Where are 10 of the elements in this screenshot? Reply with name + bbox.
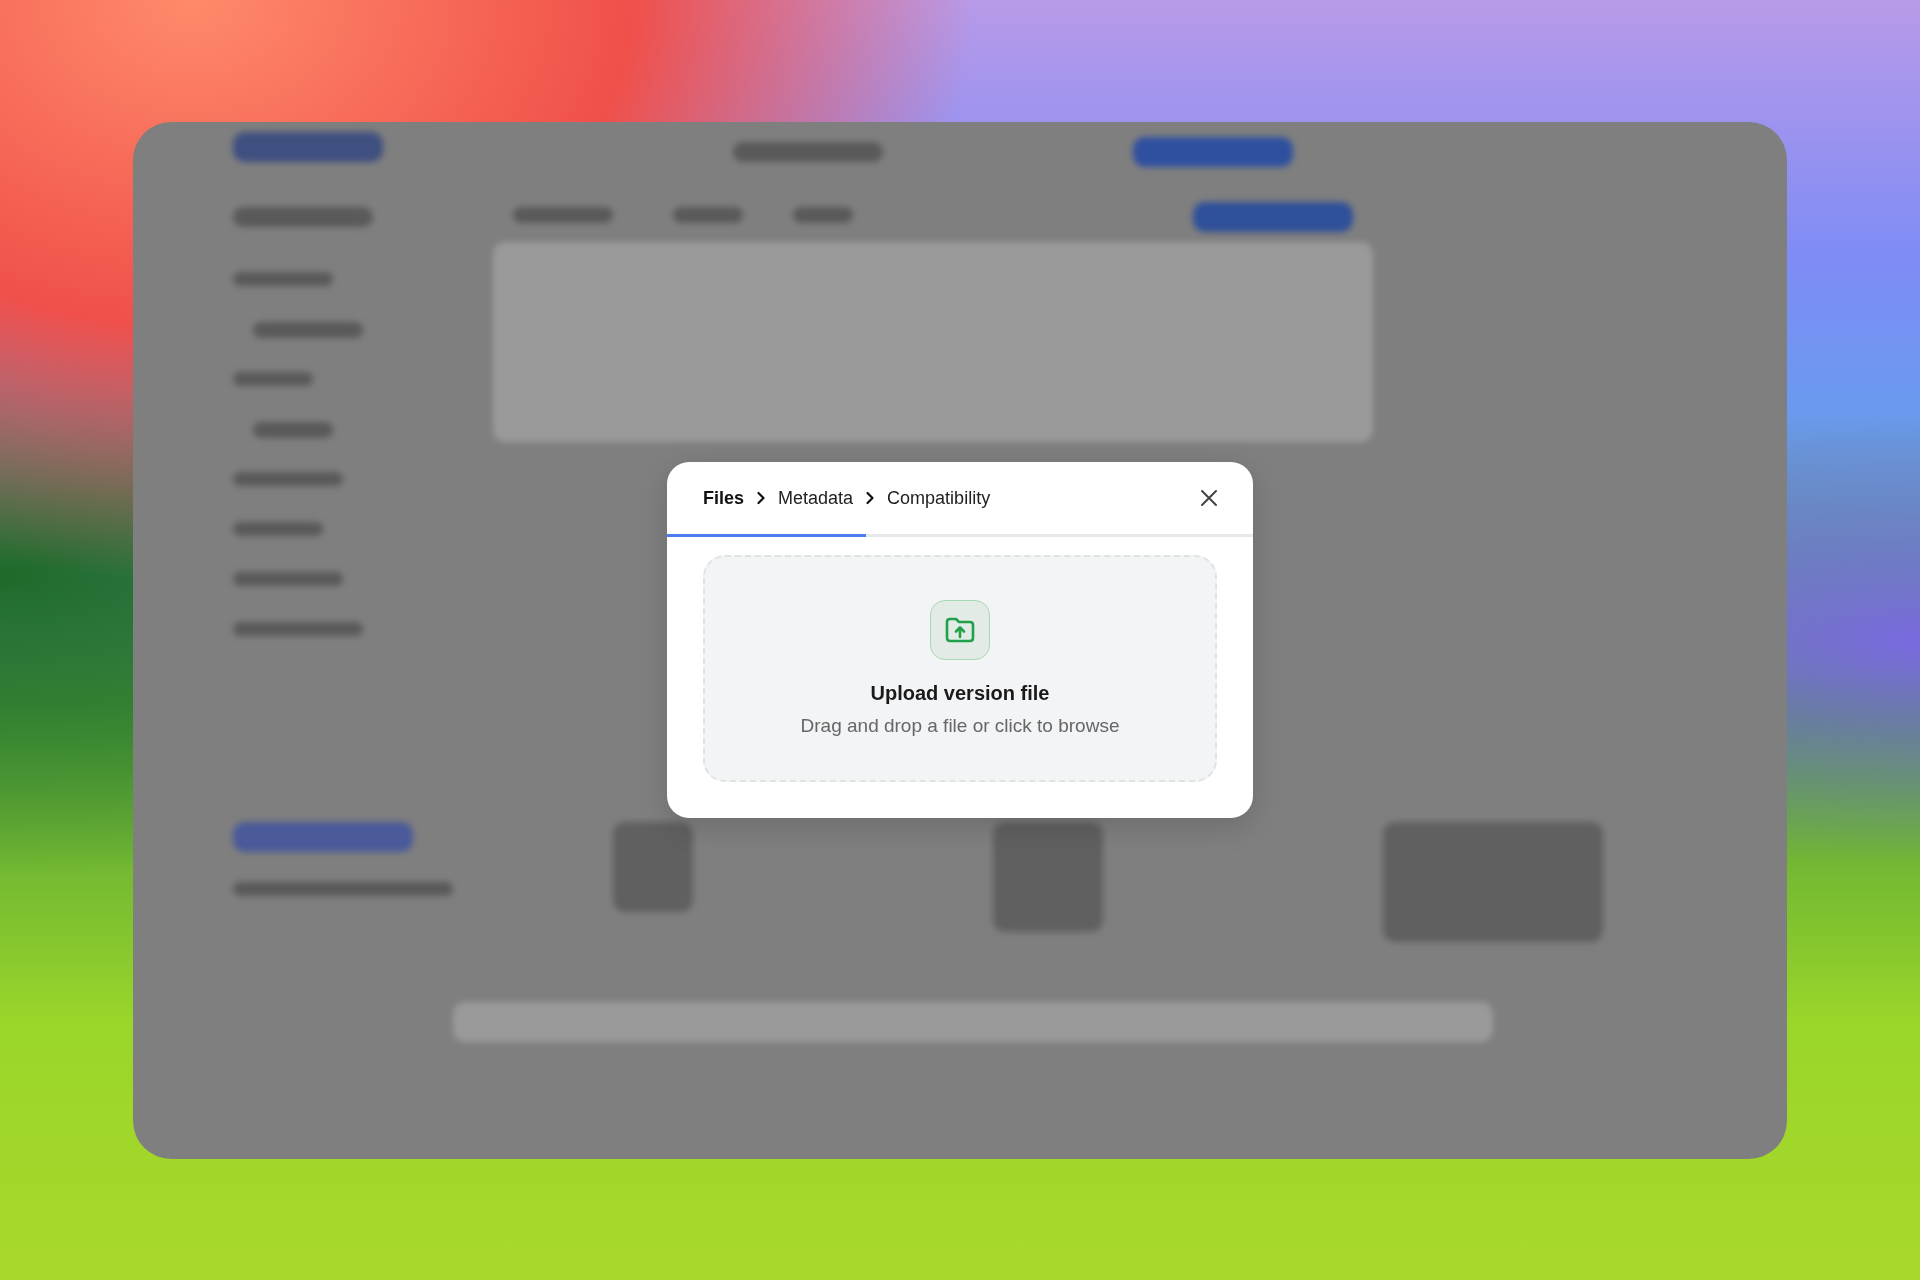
breadcrumb-step[interactable]: Compatibility <box>887 487 991 509</box>
blurred-content-block <box>673 206 743 223</box>
blurred-content-block <box>793 206 853 223</box>
close-icon <box>1199 488 1219 508</box>
folder-upload-icon <box>944 616 976 644</box>
upload-hint: Drag and drop a file or click to browse <box>800 715 1120 737</box>
breadcrumb-step[interactable]: Files <box>703 487 745 509</box>
file-drop-zone[interactable]: Upload version file Drag and drop a file or click to browse <box>703 555 1217 782</box>
upload-title: Upload version file <box>870 682 1050 705</box>
breadcrumb-step[interactable]: Metadata <box>778 487 854 509</box>
